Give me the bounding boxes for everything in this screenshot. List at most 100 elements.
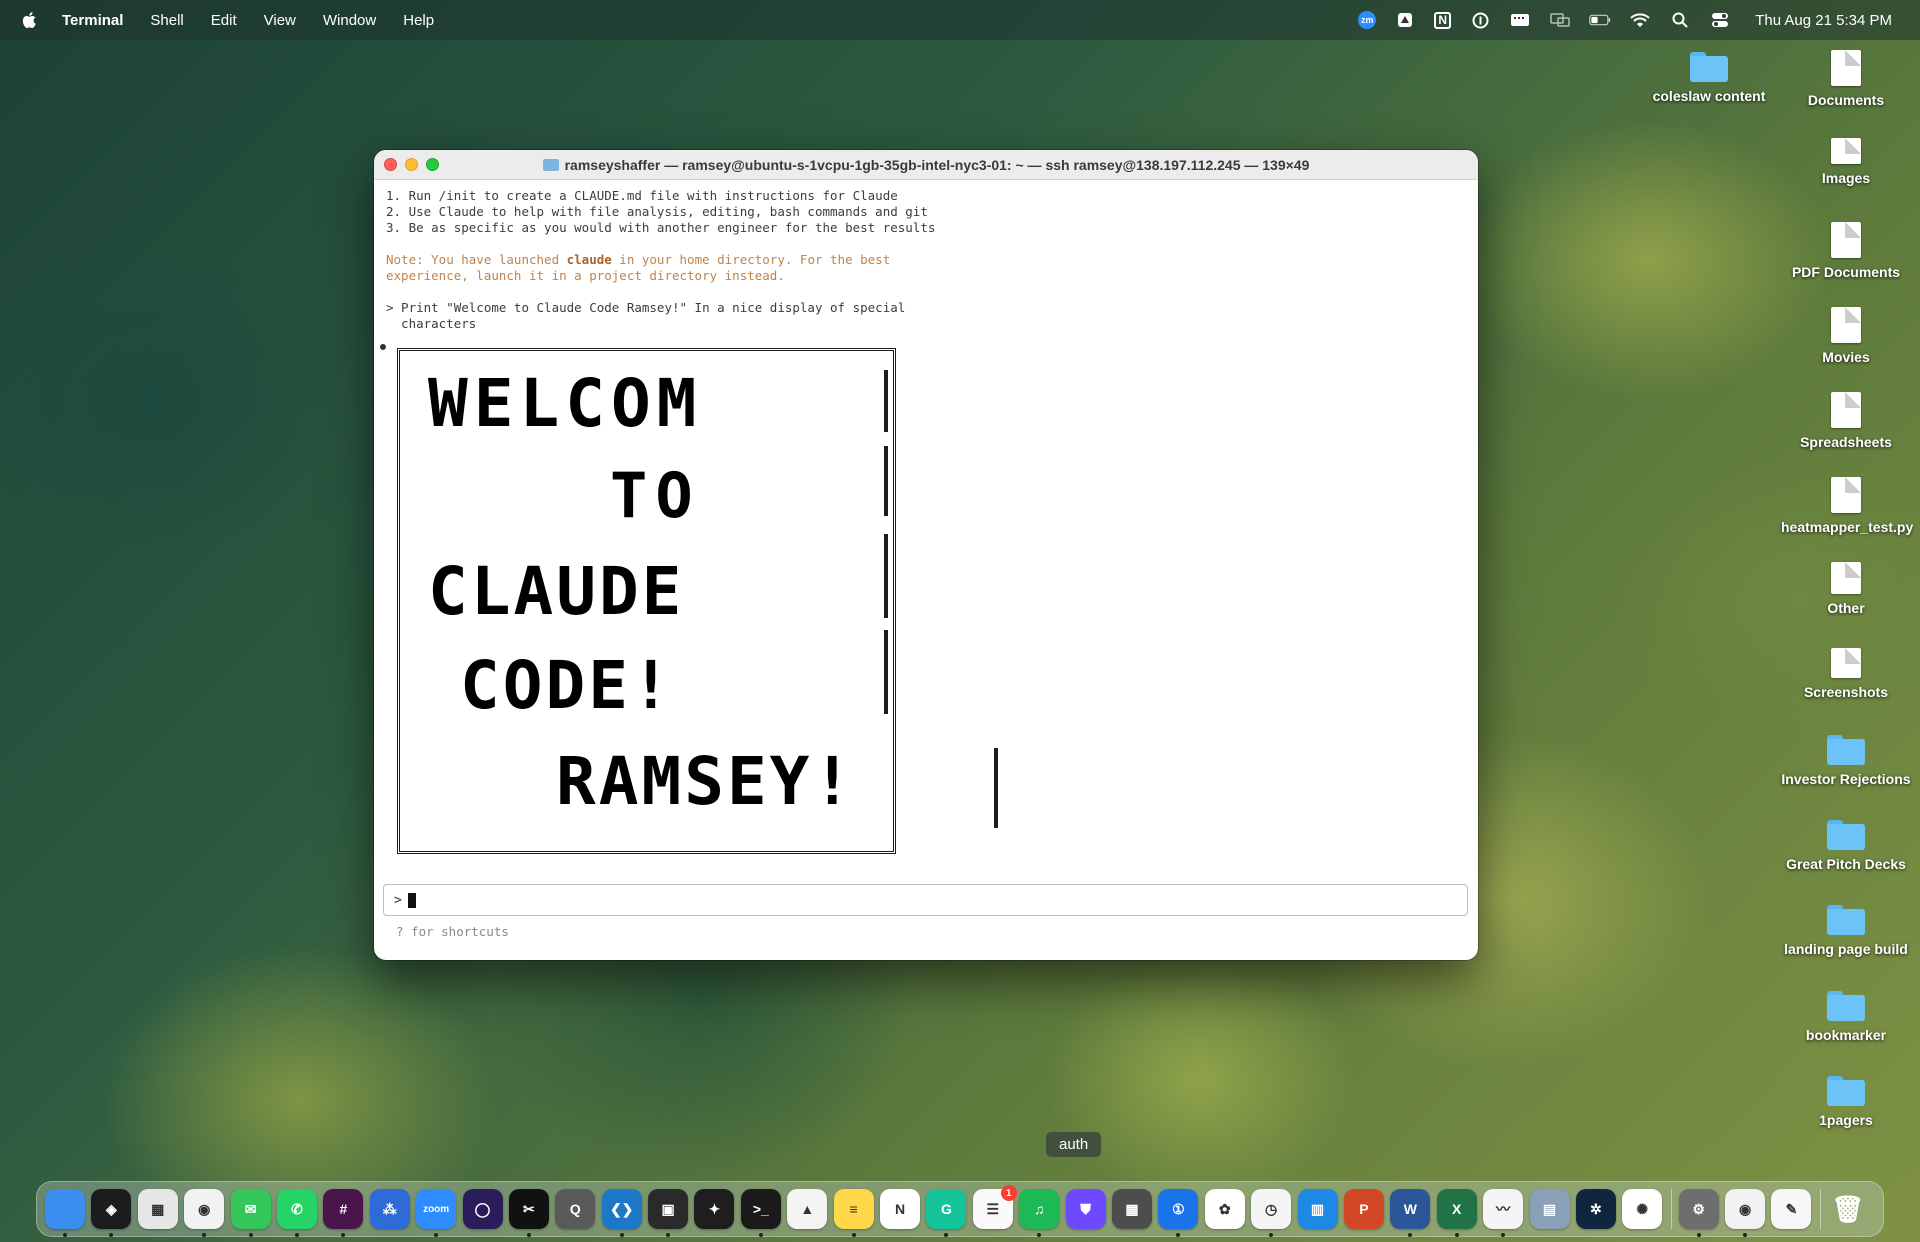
pdf-file-icon <box>1831 222 1861 258</box>
whatsapp-icon[interactable]: ✆ <box>276 1189 317 1237</box>
keynote-icon[interactable]: ▥ <box>1297 1189 1338 1229</box>
dots-app-icon[interactable]: ⁂ <box>369 1189 410 1229</box>
banner-word-ramsey: RAMSEY! <box>556 743 856 820</box>
chrome-secondary-icon[interactable]: ◉ <box>1725 1189 1766 1237</box>
messages-icon[interactable]: ✉ <box>230 1189 271 1237</box>
desktop-folder-investor-rejections[interactable]: Investor Rejections <box>1781 735 1911 787</box>
close-window-button[interactable] <box>384 158 397 171</box>
desktop-item-heatmapper-test[interactable]: heatmapper_test.py <box>1781 477 1913 535</box>
desktop-item-pdf-documents[interactable]: PDF Documents <box>1781 222 1911 280</box>
powerpoint-icon[interactable]: P <box>1343 1189 1384 1229</box>
running-indicator <box>1696 1233 1701 1237</box>
desktop-icon-label: Other <box>1827 600 1865 616</box>
circle-app-icon[interactable]: ◯ <box>462 1189 503 1229</box>
textedit-icon[interactable]: ✎ <box>1771 1189 1812 1229</box>
butterfly-app-icon[interactable]: ✲ <box>1575 1189 1616 1229</box>
terminal-icon[interactable]: >_ <box>740 1189 781 1237</box>
running-indicator <box>341 1233 346 1237</box>
quicktime-icon[interactable]: Q <box>555 1189 596 1229</box>
notion-status-icon[interactable]: N <box>1434 11 1452 29</box>
wifi-icon[interactable] <box>1629 11 1651 29</box>
claude-input-box[interactable]: > <box>383 884 1468 916</box>
zoom-icon[interactable]: zoom <box>416 1189 457 1237</box>
excel-icon[interactable]: X <box>1436 1189 1477 1237</box>
control-center-icon[interactable] <box>1709 11 1731 29</box>
running-indicator <box>434 1233 439 1237</box>
battery-icon[interactable] <box>1589 11 1611 29</box>
banner-divider <box>994 748 998 828</box>
capcut-icon[interactable]: ✂ <box>508 1189 549 1237</box>
running-indicator <box>202 1233 207 1237</box>
dock-separator <box>1670 1189 1672 1229</box>
minimize-window-button[interactable] <box>405 158 418 171</box>
trash-icon[interactable]: 🗑 <box>1828 1189 1868 1229</box>
display-status-icon[interactable] <box>1549 11 1571 29</box>
movie-file-icon <box>1831 307 1861 343</box>
desktop-folder-great-pitch-decks[interactable]: Great Pitch Decks <box>1781 820 1911 872</box>
desktop-folder-coleslaw-content[interactable]: coleslaw content <box>1644 52 1774 104</box>
preview-icon[interactable]: ▤ <box>1529 1189 1570 1229</box>
drive-status-icon[interactable] <box>1394 11 1416 29</box>
grammarly-icon[interactable]: G <box>926 1189 967 1237</box>
vscode-icon[interactable]: ❮❯ <box>601 1189 642 1237</box>
reminders-icon[interactable]: ☰ 1 <box>972 1185 1017 1229</box>
spotify-icon[interactable]: ♫ <box>1019 1189 1060 1237</box>
zoom-status-icon[interactable]: zm <box>1358 11 1377 29</box>
desktop-item-spreadsheets[interactable]: Spreadsheets <box>1781 392 1911 450</box>
layers-app-icon[interactable]: ◈ <box>91 1189 132 1237</box>
desktop-folder-bookmarker[interactable]: bookmarker <box>1781 991 1911 1043</box>
desktop-folder-landing-page-build[interactable]: landing page build <box>1781 905 1911 957</box>
vpn-icon[interactable]: ⛊ <box>1065 1189 1106 1229</box>
calculator-icon[interactable]: ▦ <box>1111 1189 1152 1229</box>
running-indicator <box>1176 1233 1181 1237</box>
finder-icon[interactable] <box>45 1189 85 1237</box>
clock-icon[interactable]: ◷ <box>1251 1189 1292 1237</box>
dock-icon-glyph: W <box>1403 1201 1417 1217</box>
menu-window[interactable]: Window <box>323 12 376 29</box>
zoom-window-button[interactable] <box>426 158 439 171</box>
slack-icon[interactable]: # <box>323 1189 364 1237</box>
desktop-icon-label: Investor Rejections <box>1781 771 1911 787</box>
system-settings-icon[interactable]: ⚙ <box>1678 1189 1719 1237</box>
1password-icon[interactable]: ① <box>1158 1189 1199 1237</box>
cube-app-icon[interactable]: ▣ <box>648 1189 689 1237</box>
photos-icon[interactable]: ✿ <box>1204 1189 1245 1229</box>
menu-edit[interactable]: Edit <box>211 12 237 29</box>
desktop-item-documents[interactable]: Documents <box>1781 50 1911 108</box>
banner-word-code: CODE! <box>460 647 674 724</box>
terminal-output[interactable]: 1. Run /init to create a CLAUDE.md file … <box>374 180 1478 332</box>
tip-line: 2. Use Claude to help with file analysis… <box>386 204 928 219</box>
note-text: Note: You have launched <box>386 252 567 267</box>
password-status-icon[interactable] <box>1469 11 1491 29</box>
menu-view[interactable]: View <box>264 12 296 29</box>
notion-icon[interactable]: N <box>880 1189 921 1229</box>
menu-bar-clock[interactable]: Thu Aug 21 5:34 PM <box>1755 12 1892 29</box>
menu-bar: Terminal Shell Edit View Window Help zm … <box>0 0 1920 40</box>
terminal-window[interactable]: ramseyshaffer — ramsey@ubuntu-s-1vcpu-1g… <box>374 150 1478 960</box>
chatgpt-icon[interactable]: ✺ <box>1622 1189 1663 1229</box>
dock-icon-glyph: 🗑 <box>1831 1193 1865 1224</box>
desktop-item-screenshots[interactable]: Screenshots <box>1781 648 1911 700</box>
notes-icon[interactable]: ≡ <box>833 1189 874 1237</box>
apple-menu-icon[interactable] <box>20 10 40 30</box>
desktop-item-images[interactable]: Images <box>1781 138 1911 186</box>
google-drive-icon[interactable]: ▲ <box>787 1189 828 1229</box>
freeform-icon[interactable]: 〰 <box>1483 1189 1524 1237</box>
running-indicator <box>1454 1233 1459 1237</box>
launchpad-icon[interactable]: ▦ <box>137 1189 178 1229</box>
figma-icon[interactable]: ✦ <box>694 1189 735 1229</box>
desktop-folder-1pagers[interactable]: 1pagers <box>1781 1076 1911 1128</box>
dock-icon-glyph: ✉ <box>244 1200 257 1217</box>
desktop-icon-label: Movies <box>1822 349 1870 365</box>
word-icon[interactable]: W <box>1390 1189 1431 1237</box>
desktop-item-movies[interactable]: Movies <box>1781 307 1911 365</box>
chrome-icon[interactable]: ◉ <box>184 1189 225 1237</box>
menu-app-name[interactable]: Terminal <box>62 12 123 29</box>
spotlight-search-icon[interactable] <box>1669 11 1691 29</box>
menu-shell[interactable]: Shell <box>150 12 183 29</box>
menu-help[interactable]: Help <box>403 12 434 29</box>
keyboard-status-icon[interactable] <box>1509 11 1531 29</box>
desktop-item-other[interactable]: Other <box>1781 562 1911 616</box>
input-prompt-symbol: > <box>394 892 402 908</box>
terminal-titlebar[interactable]: ramseyshaffer — ramsey@ubuntu-s-1vcpu-1g… <box>374 150 1478 180</box>
